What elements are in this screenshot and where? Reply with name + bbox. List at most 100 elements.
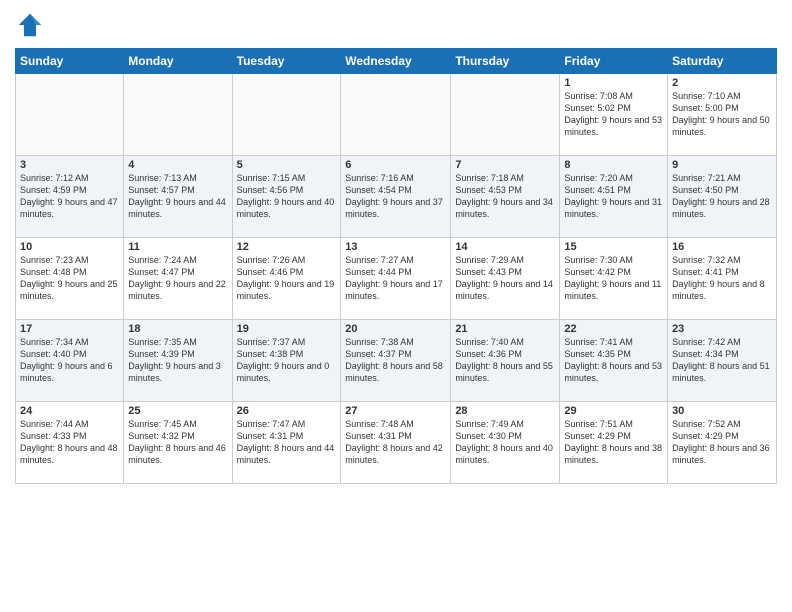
day-number: 29 (564, 405, 663, 417)
day-number: 13 (345, 241, 446, 253)
cell-text: Sunrise: 7:32 AM Sunset: 4:41 PM Dayligh… (672, 254, 772, 303)
cell-text: Sunrise: 7:34 AM Sunset: 4:40 PM Dayligh… (20, 336, 119, 385)
calendar-cell: 29Sunrise: 7:51 AM Sunset: 4:29 PM Dayli… (560, 402, 668, 484)
weekday-header-sunday: Sunday (16, 49, 124, 74)
calendar-cell: 16Sunrise: 7:32 AM Sunset: 4:41 PM Dayli… (668, 238, 777, 320)
calendar-table: SundayMondayTuesdayWednesdayThursdayFrid… (15, 48, 777, 484)
cell-text: Sunrise: 7:10 AM Sunset: 5:00 PM Dayligh… (672, 90, 772, 139)
calendar-week-1: 3Sunrise: 7:12 AM Sunset: 4:59 PM Daylig… (16, 156, 777, 238)
cell-text: Sunrise: 7:35 AM Sunset: 4:39 PM Dayligh… (128, 336, 227, 385)
cell-text: Sunrise: 7:12 AM Sunset: 4:59 PM Dayligh… (20, 172, 119, 221)
calendar-cell: 26Sunrise: 7:47 AM Sunset: 4:31 PM Dayli… (232, 402, 341, 484)
calendar-cell: 30Sunrise: 7:52 AM Sunset: 4:29 PM Dayli… (668, 402, 777, 484)
calendar-cell: 27Sunrise: 7:48 AM Sunset: 4:31 PM Dayli… (341, 402, 451, 484)
header (15, 10, 777, 40)
weekday-header-wednesday: Wednesday (341, 49, 451, 74)
day-number: 24 (20, 405, 119, 417)
day-number: 25 (128, 405, 227, 417)
cell-text: Sunrise: 7:27 AM Sunset: 4:44 PM Dayligh… (345, 254, 446, 303)
weekday-header-thursday: Thursday (451, 49, 560, 74)
calendar-week-4: 24Sunrise: 7:44 AM Sunset: 4:33 PM Dayli… (16, 402, 777, 484)
cell-text: Sunrise: 7:37 AM Sunset: 4:38 PM Dayligh… (237, 336, 337, 385)
cell-text: Sunrise: 7:49 AM Sunset: 4:30 PM Dayligh… (455, 418, 555, 467)
day-number: 27 (345, 405, 446, 417)
day-number: 2 (672, 77, 772, 89)
calendar-cell: 22Sunrise: 7:41 AM Sunset: 4:35 PM Dayli… (560, 320, 668, 402)
day-number: 8 (564, 159, 663, 171)
cell-text: Sunrise: 7:42 AM Sunset: 4:34 PM Dayligh… (672, 336, 772, 385)
day-number: 17 (20, 323, 119, 335)
day-number: 7 (455, 159, 555, 171)
calendar-cell: 8Sunrise: 7:20 AM Sunset: 4:51 PM Daylig… (560, 156, 668, 238)
calendar-cell (341, 74, 451, 156)
calendar-cell: 23Sunrise: 7:42 AM Sunset: 4:34 PM Dayli… (668, 320, 777, 402)
weekday-header-monday: Monday (124, 49, 232, 74)
day-number: 12 (237, 241, 337, 253)
calendar-week-0: 1Sunrise: 7:08 AM Sunset: 5:02 PM Daylig… (16, 74, 777, 156)
calendar-cell: 5Sunrise: 7:15 AM Sunset: 4:56 PM Daylig… (232, 156, 341, 238)
calendar-cell: 13Sunrise: 7:27 AM Sunset: 4:44 PM Dayli… (341, 238, 451, 320)
day-number: 22 (564, 323, 663, 335)
cell-text: Sunrise: 7:41 AM Sunset: 4:35 PM Dayligh… (564, 336, 663, 385)
day-number: 18 (128, 323, 227, 335)
logo-icon (15, 10, 45, 40)
cell-text: Sunrise: 7:44 AM Sunset: 4:33 PM Dayligh… (20, 418, 119, 467)
cell-text: Sunrise: 7:52 AM Sunset: 4:29 PM Dayligh… (672, 418, 772, 467)
day-number: 5 (237, 159, 337, 171)
calendar-cell (451, 74, 560, 156)
logo (15, 10, 49, 40)
day-number: 3 (20, 159, 119, 171)
day-number: 26 (237, 405, 337, 417)
calendar-cell: 11Sunrise: 7:24 AM Sunset: 4:47 PM Dayli… (124, 238, 232, 320)
calendar-cell: 21Sunrise: 7:40 AM Sunset: 4:36 PM Dayli… (451, 320, 560, 402)
cell-text: Sunrise: 7:16 AM Sunset: 4:54 PM Dayligh… (345, 172, 446, 221)
day-number: 21 (455, 323, 555, 335)
calendar-cell: 28Sunrise: 7:49 AM Sunset: 4:30 PM Dayli… (451, 402, 560, 484)
cell-text: Sunrise: 7:08 AM Sunset: 5:02 PM Dayligh… (564, 90, 663, 139)
calendar-cell: 18Sunrise: 7:35 AM Sunset: 4:39 PM Dayli… (124, 320, 232, 402)
calendar-cell: 4Sunrise: 7:13 AM Sunset: 4:57 PM Daylig… (124, 156, 232, 238)
day-number: 20 (345, 323, 446, 335)
calendar-week-2: 10Sunrise: 7:23 AM Sunset: 4:48 PM Dayli… (16, 238, 777, 320)
cell-text: Sunrise: 7:51 AM Sunset: 4:29 PM Dayligh… (564, 418, 663, 467)
calendar-cell: 19Sunrise: 7:37 AM Sunset: 4:38 PM Dayli… (232, 320, 341, 402)
cell-text: Sunrise: 7:18 AM Sunset: 4:53 PM Dayligh… (455, 172, 555, 221)
calendar-cell: 1Sunrise: 7:08 AM Sunset: 5:02 PM Daylig… (560, 74, 668, 156)
calendar-cell: 15Sunrise: 7:30 AM Sunset: 4:42 PM Dayli… (560, 238, 668, 320)
cell-text: Sunrise: 7:45 AM Sunset: 4:32 PM Dayligh… (128, 418, 227, 467)
weekday-header-row: SundayMondayTuesdayWednesdayThursdayFrid… (16, 49, 777, 74)
calendar-cell: 12Sunrise: 7:26 AM Sunset: 4:46 PM Dayli… (232, 238, 341, 320)
weekday-header-friday: Friday (560, 49, 668, 74)
cell-text: Sunrise: 7:24 AM Sunset: 4:47 PM Dayligh… (128, 254, 227, 303)
calendar-week-3: 17Sunrise: 7:34 AM Sunset: 4:40 PM Dayli… (16, 320, 777, 402)
cell-text: Sunrise: 7:26 AM Sunset: 4:46 PM Dayligh… (237, 254, 337, 303)
calendar-cell: 20Sunrise: 7:38 AM Sunset: 4:37 PM Dayli… (341, 320, 451, 402)
cell-text: Sunrise: 7:15 AM Sunset: 4:56 PM Dayligh… (237, 172, 337, 221)
calendar-cell: 9Sunrise: 7:21 AM Sunset: 4:50 PM Daylig… (668, 156, 777, 238)
day-number: 30 (672, 405, 772, 417)
cell-text: Sunrise: 7:38 AM Sunset: 4:37 PM Dayligh… (345, 336, 446, 385)
day-number: 23 (672, 323, 772, 335)
calendar-cell: 10Sunrise: 7:23 AM Sunset: 4:48 PM Dayli… (16, 238, 124, 320)
day-number: 15 (564, 241, 663, 253)
calendar-cell: 17Sunrise: 7:34 AM Sunset: 4:40 PM Dayli… (16, 320, 124, 402)
cell-text: Sunrise: 7:21 AM Sunset: 4:50 PM Dayligh… (672, 172, 772, 221)
cell-text: Sunrise: 7:20 AM Sunset: 4:51 PM Dayligh… (564, 172, 663, 221)
day-number: 14 (455, 241, 555, 253)
weekday-header-tuesday: Tuesday (232, 49, 341, 74)
day-number: 28 (455, 405, 555, 417)
calendar-cell: 2Sunrise: 7:10 AM Sunset: 5:00 PM Daylig… (668, 74, 777, 156)
day-number: 6 (345, 159, 446, 171)
day-number: 16 (672, 241, 772, 253)
calendar-cell: 6Sunrise: 7:16 AM Sunset: 4:54 PM Daylig… (341, 156, 451, 238)
cell-text: Sunrise: 7:47 AM Sunset: 4:31 PM Dayligh… (237, 418, 337, 467)
cell-text: Sunrise: 7:48 AM Sunset: 4:31 PM Dayligh… (345, 418, 446, 467)
cell-text: Sunrise: 7:29 AM Sunset: 4:43 PM Dayligh… (455, 254, 555, 303)
cell-text: Sunrise: 7:13 AM Sunset: 4:57 PM Dayligh… (128, 172, 227, 221)
page: SundayMondayTuesdayWednesdayThursdayFrid… (0, 0, 792, 612)
day-number: 1 (564, 77, 663, 89)
day-number: 10 (20, 241, 119, 253)
calendar-cell (232, 74, 341, 156)
cell-text: Sunrise: 7:40 AM Sunset: 4:36 PM Dayligh… (455, 336, 555, 385)
calendar-cell: 7Sunrise: 7:18 AM Sunset: 4:53 PM Daylig… (451, 156, 560, 238)
